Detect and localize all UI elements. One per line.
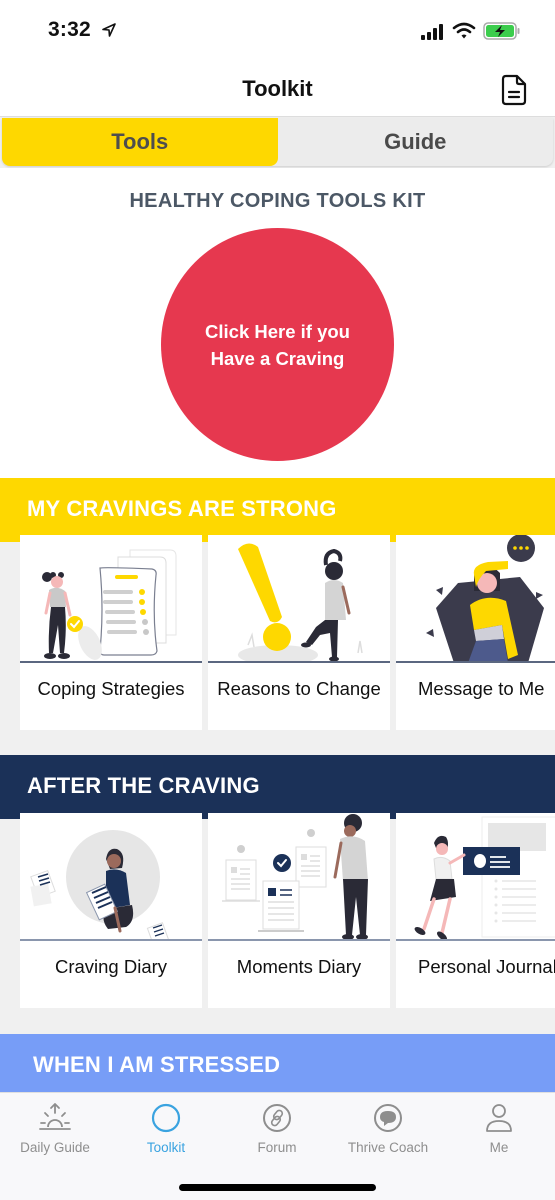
card-personal-journal[interactable]: Personal Journal bbox=[396, 813, 555, 1008]
card-coping-strategies[interactable]: Coping Strategies bbox=[20, 535, 202, 730]
card-label: Message to Me bbox=[418, 678, 545, 699]
status-bar: 3:32 bbox=[0, 0, 555, 62]
tabbar-label: Thrive Coach bbox=[347, 1140, 429, 1155]
tabbar-item-thrive-coach[interactable]: Thrive Coach bbox=[333, 1101, 443, 1155]
checklist-illustration bbox=[20, 535, 202, 663]
chat-bubble-icon bbox=[374, 1104, 402, 1132]
card-label: Coping Strategies bbox=[37, 678, 185, 699]
section-after-craving: AFTER THE CRAVING bbox=[0, 755, 555, 819]
craving-button[interactable]: Click Here if you Have a Craving bbox=[161, 228, 394, 461]
craving-button-label: Click Here if you Have a Craving bbox=[205, 320, 350, 369]
circle-icon bbox=[151, 1103, 181, 1133]
card-moments-diary[interactable]: Moments Diary bbox=[208, 813, 390, 1008]
location-arrow-icon bbox=[102, 23, 116, 37]
section-header: MY CRAVINGS ARE STRONG bbox=[0, 478, 555, 542]
tabbar-item-me[interactable]: Me bbox=[444, 1101, 554, 1155]
section-header: WHEN I AM STRESSED bbox=[0, 1034, 555, 1092]
sunrise-icon bbox=[39, 1103, 71, 1130]
card-label: Moments Diary bbox=[236, 956, 362, 977]
home-indicator bbox=[179, 1184, 376, 1191]
hero-title: HEALTHY COPING TOOLS KIT bbox=[129, 190, 426, 212]
tabbar-item-toolkit[interactable]: Toolkit bbox=[111, 1101, 221, 1155]
link-icon bbox=[263, 1104, 291, 1132]
section-when-stressed: WHEN I AM STRESSED bbox=[0, 1034, 555, 1092]
message-illustration bbox=[396, 535, 555, 663]
status-time: 3:32 bbox=[48, 18, 91, 41]
tabbar-item-forum[interactable]: Forum bbox=[222, 1101, 332, 1155]
journal-illustration bbox=[396, 813, 555, 941]
nav-header: Toolkit bbox=[0, 62, 555, 117]
wifi-icon bbox=[452, 22, 476, 39]
cards-row-cravings-strong: Coping Strategies Reasons to Change Mess… bbox=[0, 535, 555, 730]
tab-guide[interactable]: Guide bbox=[278, 118, 554, 166]
card-label: Reasons to Change bbox=[217, 678, 381, 699]
card-reasons-to-change[interactable]: Reasons to Change bbox=[208, 535, 390, 730]
moments-illustration bbox=[208, 813, 390, 941]
hero-panel: HEALTHY COPING TOOLS KIT Click Here if y… bbox=[0, 168, 555, 478]
diary-illustration bbox=[20, 813, 202, 941]
card-label: Craving Diary bbox=[54, 956, 168, 977]
card-label: Personal Journal bbox=[418, 956, 555, 977]
card-craving-diary[interactable]: Craving Diary bbox=[20, 813, 202, 1008]
tabbar-item-daily-guide[interactable]: Daily Guide bbox=[0, 1101, 110, 1155]
section-header: AFTER THE CRAVING bbox=[0, 755, 555, 819]
page-title: Toolkit bbox=[242, 76, 313, 101]
tabbar-label: Toolkit bbox=[146, 1140, 186, 1155]
tabbar-label: Forum bbox=[257, 1140, 297, 1155]
tabbar-label: Me bbox=[489, 1140, 509, 1155]
person-icon bbox=[486, 1104, 512, 1132]
tabbar-label: Daily Guide bbox=[20, 1140, 90, 1155]
document-icon[interactable] bbox=[500, 74, 528, 106]
cards-row-after-craving: Craving Diary Moments Diary Personal Jou… bbox=[0, 813, 555, 1008]
exclamation-illustration bbox=[208, 535, 390, 663]
card-message-to-me[interactable]: Message to Me bbox=[396, 535, 555, 730]
signal-icon bbox=[421, 24, 443, 40]
battery-charging-icon bbox=[483, 22, 520, 40]
segmented-tabs: Tools Guide bbox=[2, 118, 553, 166]
tab-tools[interactable]: Tools bbox=[2, 118, 278, 166]
section-cravings-strong: MY CRAVINGS ARE STRONG bbox=[0, 478, 555, 542]
